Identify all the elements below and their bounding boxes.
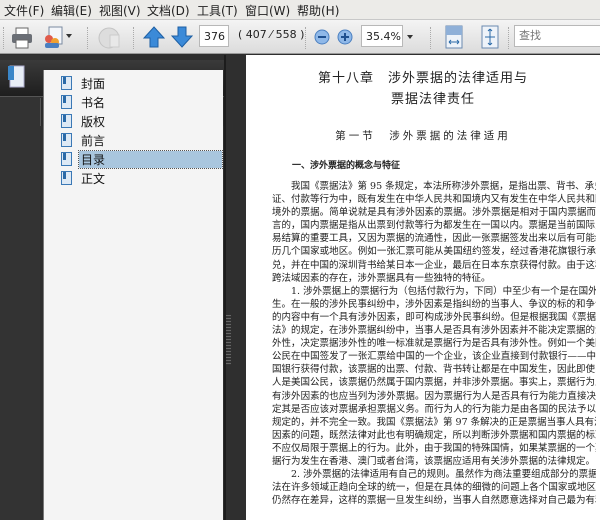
zoom-out-icon[interactable] [314,29,330,45]
bookmark-icon [61,171,72,185]
text-line: 不应仅局限于票据上的行为。此外，由于我国的特殊国情，如果某票据的一个票 [272,442,596,454]
text-line: 境外的票据。简单说就是具有涉外因素的票据。涉外票据是相对于国内票据而 [272,207,596,219]
fit-page-icon[interactable] [481,25,499,49]
bookmark-icon [61,152,72,166]
text-line: 的内容中有一个具有涉外因素，即可构成涉外民事纠纷。但是根据我国《票据 [272,311,596,323]
menu-file[interactable]: 文件(F) [4,2,44,19]
splitter-grip[interactable] [226,315,231,365]
bookmark-label: 目录 [78,150,223,169]
text-line: 我国《票据法》第 95 条规定，本法所称涉外票据，是指出票、背书、承兑、保 [291,181,596,192]
text-line: 证、付款等行为中，既有发生在中华人民共和国境内又有发生在中华人民共和国 [272,194,596,206]
text-line: 人是美国公民，该票据仍然属于国内票据，并非涉外票据。事实上，票据行为人具 [272,377,596,389]
body-text: 我国《票据法》第 95 条规定，本法所称涉外票据，是指出票、背书、承兑、保证、付… [272,180,596,507]
toolbar-separator [87,27,89,49]
text-line: 1. 涉外票据上的票据行为（包括付款行为，下同）中至少有一个是在国外发 [291,285,596,297]
menu-help[interactable]: 帮助(H) [297,2,339,19]
bookmark-icon [61,76,72,90]
text-line: 有涉外因素的也应当列为涉外票据。因为票据行为人是否具有行为能力直接决 [272,390,596,402]
text-line: 因素的问题，既然法律对此也有明确规定，所以判断涉外票据和国内票据的标准 [272,429,596,441]
zoom-level-input[interactable]: 35.4% [361,25,403,47]
next-page-icon[interactable] [171,26,193,48]
text-line: 历几个国家或地区。例如一张汇票可能从美国纽约签发，经过香港花旗银行承 [272,246,596,258]
chapter-title: 第十八章 涉外票据的法律适用与 [317,71,528,86]
menu-document[interactable]: 文档(D) [147,2,190,19]
text-line: 法》的规定，在涉外票据纠纷中，当事人是否具有涉外因素并不能决定票据的涉 [272,325,596,337]
bookmark-item[interactable]: 正文 [61,169,224,187]
toolbar-separator [133,27,135,49]
share-dropdown-arrow[interactable] [66,34,72,41]
zoom-dropdown-arrow[interactable] [407,35,413,42]
text-line: 外性，决定票据涉外性的唯一标准就是票据行为是否具有涉外性。例如一个美国 [272,338,596,350]
text-line: 言的，国内票据是指从出票到付款等行为都发生在一国以内。票据是当前国际贸 [272,220,596,232]
bookmarks-icon[interactable] [7,65,25,89]
text-line: 2. 涉外票据的法律适用有自己的规则。虽然作为商法重要组成部分的票据 [291,469,596,481]
bookmark-label: 封面 [81,77,106,91]
chapter-title-line2: 票据法律责任 [390,92,475,107]
bookmark-label: 前言 [81,134,106,148]
share-document-icon[interactable] [42,26,64,50]
bookmark-label: 版权 [81,115,106,129]
bookmark-icon [61,114,72,128]
menu-window[interactable]: 窗口(W) [245,2,290,19]
panel-splitter[interactable] [224,55,246,520]
previous-page-icon[interactable] [143,26,165,48]
menu-tools[interactable]: 工具(T) [197,2,238,19]
zoom-in-icon[interactable] [337,29,353,45]
text-line: 规定的，并不完全一致。我国《票据法》第 97 条解决的正是票据当事人具有涉外 [272,416,596,428]
text-line: 定其是否应该对票据承担票据义务。而行为人的行为能力是由各国的民法予以 [272,403,596,415]
search-input[interactable] [514,25,600,47]
section-title: 第一节 涉外票据的法律适用 [335,130,511,142]
collaborate-icon [98,27,120,49]
bookmark-label: 书名 [81,96,106,110]
text-line: 生。在一般的涉外民事纠纷中，涉外因素是指纠纷的当事人、争议的标的和争议 [272,298,596,310]
bookmark-item[interactable]: 书名 [61,93,224,111]
text-line: 仍然存在差异，这样的票据一旦发生纠纷，当事人自然愿意选择对自己最为有利 [272,495,596,507]
bookmark-icon [61,133,72,147]
text-line: 法在许多领域正趋向全球的统一，但是在具体的细微的问题上各个国家或地区 [272,482,596,494]
toolbar-separator [430,27,432,49]
menu-bar: 文件(F) 编辑(E) 视图(V) 文档(D) 工具(T) 窗口(W) 帮助(H… [0,0,600,19]
subheading: 一、涉外票据的概念与特征 [292,161,401,171]
text-line: 据行为发生在香港、澳门或者台湾，该票据应适用有关涉外票据的法律规定。 [272,455,596,467]
text-line: 国银行获得付款，该票据的出票、付款、背书转让都是在中国发生，因此即使出票 [272,364,596,376]
page-number-input[interactable]: 376 [199,25,229,47]
menu-edit[interactable]: 编辑(E) [51,2,92,19]
bookmark-list: 封面 书名 版权 前言 目录 正文 [43,70,223,520]
document-page: 第十八章 涉外票据的法律适用与 票据法律责任 第一节 涉外票据的法律适用 一、涉… [246,55,600,520]
bookmark-item[interactable]: 版权 [61,112,224,130]
bookmark-item-selected[interactable]: 目录 [61,150,224,169]
print-icon[interactable] [11,27,33,49]
page-count-label: ( 407 ⁄ 558 ) [238,28,305,41]
bookmark-icon [61,95,72,109]
text-line: 兑，并在中国的深圳背书给某日本一企业，最后在日本东京获得付款。由于这种 [272,259,596,271]
text-line: 易结算的重要工具，又因为票据的流通性，因此一张票据签发出来以后有可能经 [272,233,596,245]
toolbar-separator [305,27,307,49]
bookmark-label: 正文 [81,172,106,186]
bookmark-item[interactable]: 前言 [61,131,224,149]
text-line: 公民在中国签发了一张汇票给中国的一个企业，该企业直接到付款银行——中 [272,351,596,363]
toolbar-separator [508,27,510,49]
text-line: 跨法域因素的存在，涉外票据具有一些独特的特征。 [272,272,491,284]
fit-width-icon[interactable] [445,25,463,49]
menu-view[interactable]: 视图(V) [99,2,141,19]
toolbar: 376 ( 407 ⁄ 558 ) 35.4% [0,19,600,54]
bookmark-item[interactable]: 封面 [61,74,224,92]
toolbar-separator [3,27,5,49]
